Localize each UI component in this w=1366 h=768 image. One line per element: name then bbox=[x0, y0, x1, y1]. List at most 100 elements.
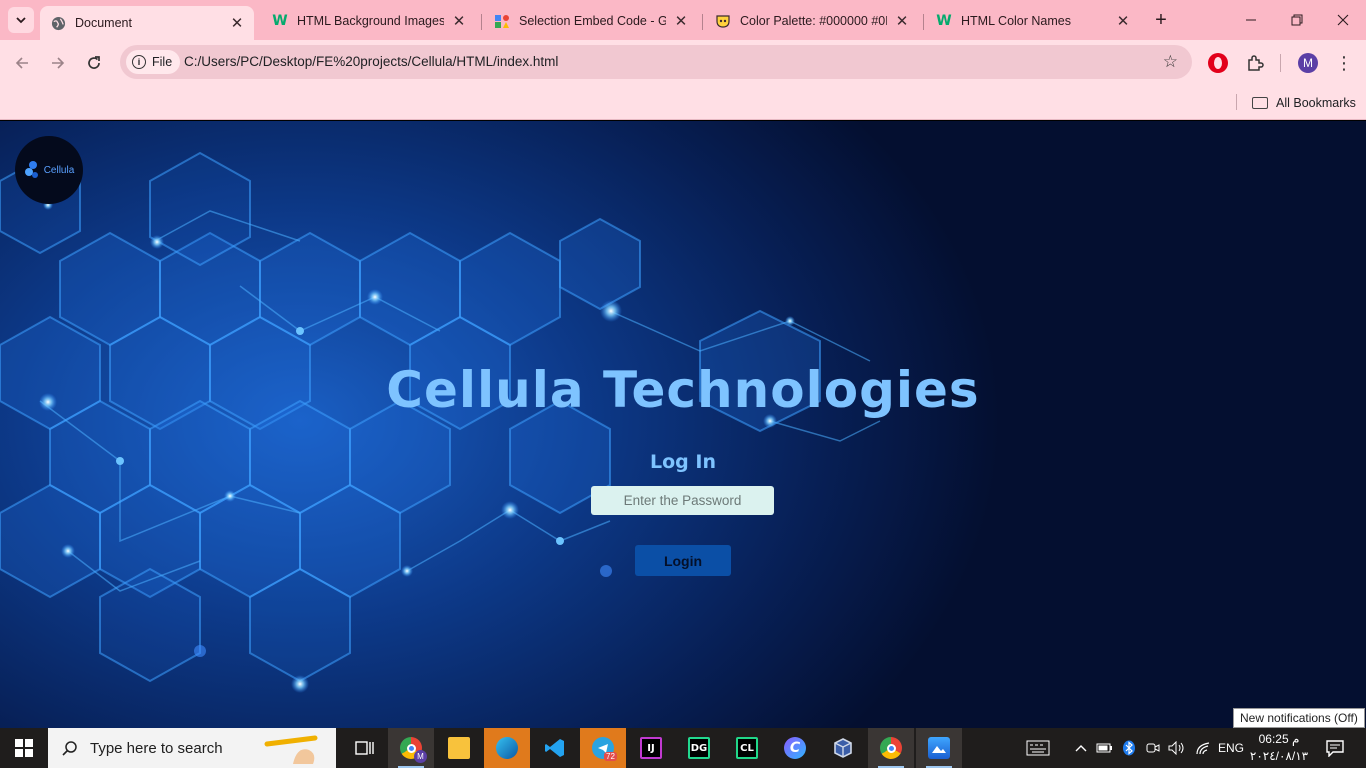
taskbar-telegram[interactable]: 72 bbox=[580, 728, 626, 768]
arrow-left-icon bbox=[15, 57, 28, 69]
chrome-icon bbox=[880, 737, 902, 759]
tab-color-palette[interactable]: Color Palette: #000000 #0B6 ✕ bbox=[705, 6, 919, 36]
clion-icon: CL bbox=[736, 737, 758, 759]
tab-separator bbox=[702, 14, 703, 30]
close-icon[interactable]: ✕ bbox=[1114, 12, 1132, 30]
intellij-icon: IJ bbox=[640, 737, 662, 759]
site-info-chip[interactable]: i File bbox=[126, 50, 181, 74]
all-bookmarks-button[interactable]: All Bookmarks bbox=[1252, 92, 1356, 114]
close-window-button[interactable] bbox=[1320, 0, 1366, 40]
reload-icon bbox=[88, 56, 100, 69]
profile-avatar[interactable]: M bbox=[1298, 53, 1318, 73]
taskbar-photos[interactable] bbox=[916, 728, 962, 768]
tab-title: HTML Color Names bbox=[961, 14, 1071, 28]
system-clock[interactable]: 06:25 م ٢٠٢٤/٠٨/١٣ bbox=[1248, 731, 1310, 765]
tray-chevron-up-icon[interactable] bbox=[1070, 728, 1092, 768]
windows-logo-icon bbox=[15, 739, 33, 757]
tab-document[interactable]: Document ✕ bbox=[40, 6, 254, 40]
taskbar-search[interactable]: Type here to search bbox=[48, 728, 336, 768]
volume-icon[interactable] bbox=[1166, 728, 1188, 768]
unread-badge: 72 bbox=[604, 752, 617, 761]
tab-title: Document bbox=[75, 16, 132, 30]
palette-icon bbox=[715, 13, 731, 29]
menu-kebab-icon[interactable]: ⋮ bbox=[1334, 50, 1354, 76]
opera-extension-icon[interactable] bbox=[1208, 53, 1228, 73]
taskbar-file-explorer[interactable] bbox=[436, 728, 482, 768]
taskbar-clion[interactable]: CL bbox=[724, 728, 770, 768]
datagrip-icon: DG bbox=[688, 737, 710, 759]
search-placeholder: Type here to search bbox=[90, 739, 223, 757]
tab-separator bbox=[481, 14, 482, 30]
extensions-puzzle-icon[interactable] bbox=[1244, 52, 1266, 74]
photos-icon bbox=[928, 737, 950, 759]
address-bar[interactable]: i File C:/Users/PC/Desktop/FE%20projects… bbox=[120, 45, 1192, 79]
language-indicator[interactable]: ENG bbox=[1216, 728, 1246, 768]
cells-logo-icon bbox=[24, 161, 38, 178]
close-icon[interactable]: ✕ bbox=[893, 12, 911, 30]
bookmarks-separator bbox=[1236, 94, 1237, 110]
c-app-icon: C bbox=[784, 737, 806, 759]
tab-separator bbox=[923, 14, 924, 30]
close-icon[interactable]: ✕ bbox=[450, 12, 468, 30]
taskbar-codeblocks[interactable]: C bbox=[772, 728, 818, 768]
vscode-icon bbox=[545, 739, 564, 757]
taskbar-virtualbox[interactable] bbox=[820, 728, 866, 768]
start-button[interactable] bbox=[0, 728, 48, 768]
folder-icon bbox=[448, 737, 470, 759]
new-tab-button[interactable]: + bbox=[1150, 9, 1172, 31]
tab-html-background-images[interactable]: W HTML Background Images ✕ bbox=[262, 6, 476, 36]
browser-toolbar: i File C:/Users/PC/Desktop/FE%20projects… bbox=[0, 40, 1366, 86]
cellula-logo: Cellula bbox=[15, 136, 83, 204]
search-icon bbox=[62, 741, 77, 756]
notifications-button[interactable] bbox=[1318, 728, 1352, 768]
minimize-button[interactable] bbox=[1228, 0, 1274, 40]
restore-icon bbox=[1291, 14, 1303, 26]
scheme-label: File bbox=[152, 55, 173, 69]
windows-taskbar: Type here to search M 72 IJ DG CL C ENG … bbox=[0, 728, 1366, 768]
notification-tooltip: New notifications (Off) bbox=[1233, 708, 1365, 728]
chevron-down-icon bbox=[16, 17, 26, 24]
virtualbox-cube-icon bbox=[834, 738, 852, 758]
close-icon[interactable]: ✕ bbox=[672, 12, 690, 30]
w3schools-icon: W bbox=[936, 13, 952, 29]
url-text[interactable]: C:/Users/PC/Desktop/FE%20projects/Cellul… bbox=[184, 54, 558, 69]
reload-button[interactable] bbox=[80, 49, 108, 77]
tab-search-button[interactable] bbox=[8, 7, 34, 33]
page-viewport: Cellula Cellula Technologies Log In Logi… bbox=[0, 121, 1366, 728]
info-icon: i bbox=[132, 55, 146, 69]
tab-title: HTML Background Images bbox=[297, 14, 444, 28]
bluetooth-icon[interactable] bbox=[1118, 728, 1140, 768]
password-input[interactable] bbox=[591, 486, 774, 515]
login-button[interactable]: Login bbox=[635, 545, 731, 576]
google-fonts-icon bbox=[494, 13, 510, 29]
task-view-icon bbox=[355, 741, 374, 755]
taskbar-chrome-profile[interactable]: M bbox=[388, 728, 434, 768]
camera-icon[interactable] bbox=[1142, 728, 1164, 768]
arrow-right-icon bbox=[52, 57, 65, 69]
wifi-icon[interactable] bbox=[1192, 728, 1214, 768]
taskbar-chrome[interactable] bbox=[868, 728, 914, 768]
taskbar-edge[interactable] bbox=[484, 728, 530, 768]
tab-title: Selection Embed Code - Goo bbox=[519, 14, 666, 28]
tab-strip: Document ✕ W HTML Background Images ✕ Se… bbox=[0, 0, 1366, 40]
tab-html-color-names[interactable]: W HTML Color Names ✕ bbox=[926, 6, 1140, 36]
notification-center-icon bbox=[1326, 740, 1344, 757]
back-button[interactable] bbox=[8, 49, 36, 77]
close-icon[interactable]: ✕ bbox=[228, 14, 246, 32]
task-view-button[interactable] bbox=[342, 728, 388, 768]
taskbar-vscode[interactable] bbox=[532, 728, 578, 768]
taskbar-intellij[interactable]: IJ bbox=[628, 728, 674, 768]
tray-keyboard-icon[interactable] bbox=[1022, 728, 1054, 768]
bookmark-star-icon[interactable]: ☆ bbox=[1163, 52, 1178, 72]
toolbar-separator bbox=[1280, 54, 1281, 72]
battery-icon[interactable] bbox=[1094, 728, 1116, 768]
forward-button[interactable] bbox=[44, 49, 72, 77]
pencil-doodle-icon bbox=[264, 735, 318, 764]
taskbar-datagrip[interactable]: DG bbox=[676, 728, 722, 768]
bookmarks-bar: All Bookmarks bbox=[0, 86, 1366, 120]
tab-selection-embed-code[interactable]: Selection Embed Code - Goo ✕ bbox=[484, 6, 698, 36]
profile-badge: M bbox=[414, 750, 427, 763]
all-bookmarks-label: All Bookmarks bbox=[1276, 96, 1356, 110]
restore-button[interactable] bbox=[1274, 0, 1320, 40]
close-icon bbox=[1337, 14, 1349, 26]
